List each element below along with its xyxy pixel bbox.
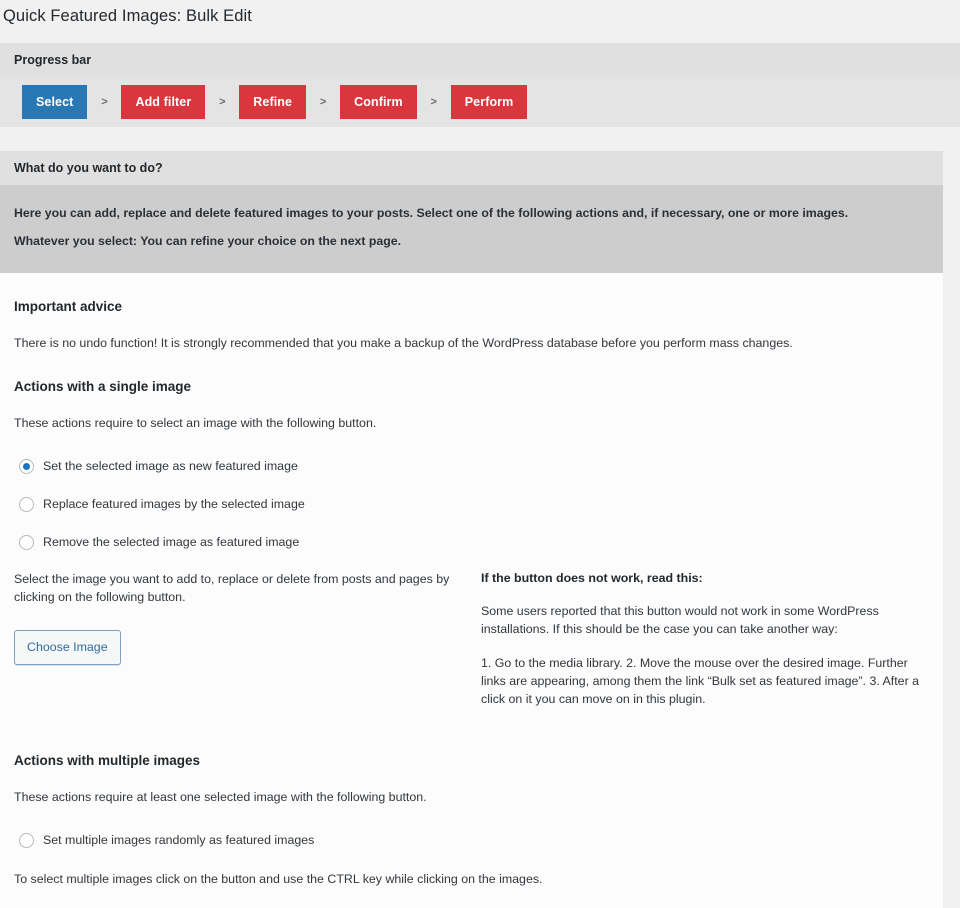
progress-step-select[interactable]: Select: [22, 85, 88, 119]
button-troubleshoot-paragraph-1: Some users reported that this button wou…: [481, 604, 879, 636]
important-advice-text: There is no undo function! It is strongl…: [14, 336, 793, 350]
multiple-images-intro: These actions require at least one selec…: [14, 790, 427, 804]
button-troubleshoot-paragraph-2: 1. Go to the media library. 2. Move the …: [481, 656, 920, 706]
page-title: Quick Featured Images: Bulk Edit: [3, 7, 252, 25]
radio-option-set-featured[interactable]: Set the selected image as new featured i…: [14, 458, 929, 474]
progress-step-separator: >: [219, 96, 226, 108]
single-image-columns: Select the image you want to add to, rep…: [14, 570, 929, 724]
radio-button-set-featured[interactable]: [19, 458, 34, 474]
main-content: Important advice There is no undo functi…: [0, 273, 943, 908]
progress-bar-panel: Progress bar Select > Add filter > Refin…: [0, 43, 960, 127]
progress-step-confirm[interactable]: Confirm: [340, 85, 417, 119]
choose-image-hint: Select the image you want to add to, rep…: [14, 572, 450, 604]
radio-option-remove-featured[interactable]: Remove the selected image as featured im…: [14, 534, 929, 550]
radio-option-random-featured[interactable]: Set multiple images randomly as featured…: [14, 832, 929, 848]
radio-button-replace-featured[interactable]: [19, 496, 34, 512]
progress-step-refine[interactable]: Refine: [239, 85, 307, 119]
radio-button-random-featured[interactable]: [19, 832, 34, 848]
progress-bar-heading: Progress bar: [0, 43, 960, 77]
single-image-left-column: Select the image you want to add to, rep…: [14, 570, 466, 665]
multiple-images-section: Actions with multiple images These actio…: [14, 752, 929, 888]
progress-step-separator: >: [319, 96, 327, 108]
important-advice-heading: Important advice: [14, 299, 123, 314]
radio-label-set-featured: Set the selected image as new featured i…: [43, 459, 298, 473]
radio-label-replace-featured: Replace featured images by the selected …: [43, 497, 305, 511]
radio-option-replace-featured[interactable]: Replace featured images by the selected …: [14, 496, 929, 512]
main-panel: What do you want to do? Here you can add…: [0, 151, 943, 908]
intro-band: Here you can add, replace and delete fea…: [0, 185, 943, 273]
progress-step-add-filter[interactable]: Add filter: [121, 85, 206, 119]
progress-step-separator: >: [430, 96, 437, 108]
radio-label-remove-featured: Remove the selected image as featured im…: [43, 535, 300, 549]
single-image-heading: Actions with a single image: [14, 379, 192, 394]
button-troubleshoot-heading: If the button does not work, read this:: [481, 571, 703, 585]
intro-paragraph-2: Whatever you select: You can refine your…: [14, 234, 401, 248]
multiple-images-heading: Actions with multiple images: [14, 753, 201, 768]
radio-button-remove-featured[interactable]: [19, 534, 34, 550]
progress-step-separator: >: [101, 96, 108, 108]
intro-paragraph-1: Here you can add, replace and delete fea…: [14, 206, 849, 220]
single-image-intro: These actions require to select an image…: [14, 416, 377, 430]
single-image-right-column: If the button does not work, read this: …: [481, 570, 933, 724]
main-panel-heading: What do you want to do?: [0, 151, 943, 185]
progress-step-perform[interactable]: Perform: [450, 85, 528, 119]
choose-image-button[interactable]: Choose Image: [14, 630, 121, 665]
multiple-images-hint: To select multiple images click on the b…: [14, 872, 543, 886]
radio-label-random-featured: Set multiple images randomly as featured…: [43, 833, 315, 847]
progress-bar-steps: Select > Add filter > Refine > Confirm >…: [0, 77, 960, 127]
